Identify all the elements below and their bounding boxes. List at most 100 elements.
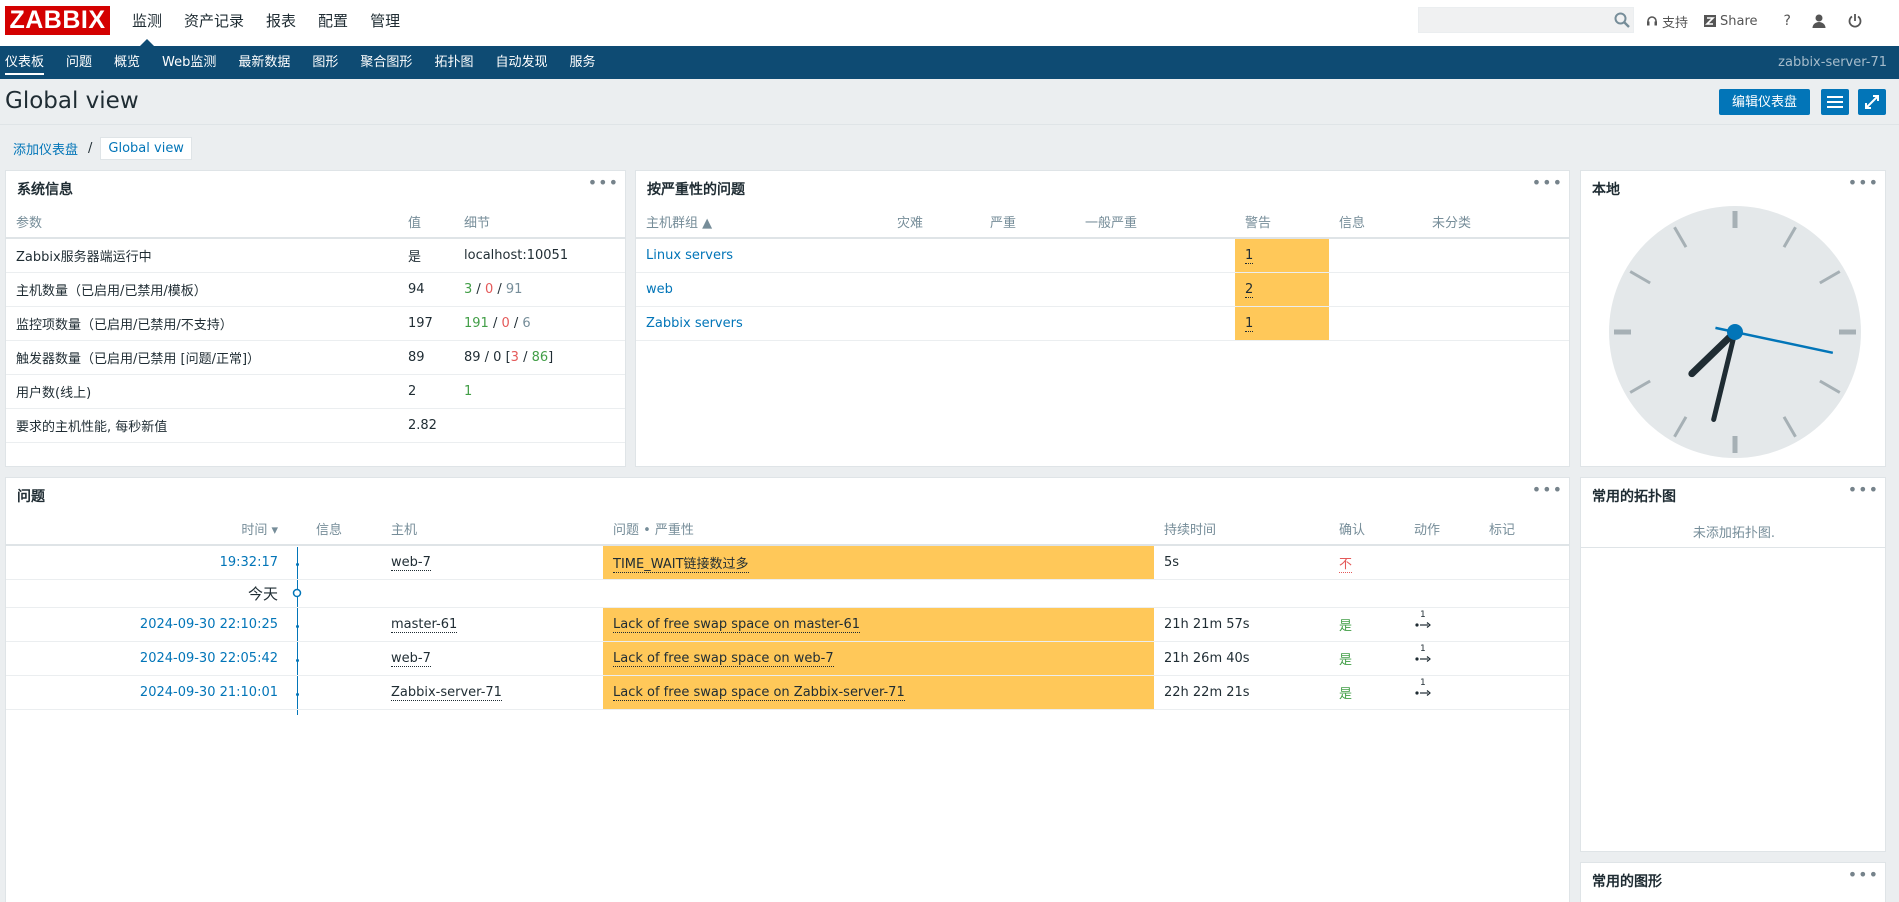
subnav-services[interactable]: 服务 (558, 46, 606, 79)
col-parameter: 参数 (6, 205, 398, 239)
sign-out-icon[interactable] (1847, 13, 1863, 29)
nav-monitoring[interactable]: 监测 (121, 0, 173, 46)
problems-by-severity-widget: 按严重性的问题 ••• 主机群组 ▲ 灾难 严重 一般严重 警告 信息 未分类 … (635, 170, 1570, 467)
col-host-group[interactable]: 主机群组 ▲ (636, 205, 887, 239)
host-link[interactable]: master-61 (391, 616, 458, 633)
host-group-link[interactable]: Zabbix servers (646, 316, 743, 331)
action-indicator[interactable]: 1 (1414, 644, 1434, 664)
info-cell (306, 545, 381, 580)
nav-inventory[interactable]: 资产记录 (173, 0, 255, 46)
warning-count[interactable]: 1 (1245, 315, 1254, 332)
subnav-dashboard[interactable]: 仪表板 (0, 46, 55, 79)
disabled-count: 0 (501, 315, 510, 331)
ack-cell: 不 (1329, 545, 1404, 580)
today-label: 今天 (6, 579, 288, 608)
subnav-screens[interactable]: 聚合图形 (349, 46, 423, 79)
widget-options-icon[interactable]: ••• (1532, 480, 1563, 499)
actions-cell: 1 (1404, 607, 1479, 642)
col-info: 信息 (306, 512, 381, 546)
ack-link[interactable]: 是 (1339, 619, 1352, 634)
host-group-link[interactable]: web (646, 282, 673, 297)
time-cell: 19:32:17 (6, 545, 288, 580)
user-profile-icon[interactable] (1811, 13, 1827, 29)
info-cell (306, 607, 381, 642)
enabled-count: 191 (464, 315, 489, 331)
problems-table: 时间 ▾ 信息 主机 问题 • 严重性 持续时间 确认 动作 标记 19:32:… (6, 512, 1569, 710)
timeline-dot (295, 658, 299, 662)
online-count: 1 (464, 383, 473, 399)
detail-cell: 3 / 0 / 91 (454, 272, 625, 307)
time-link[interactable]: 19:32:17 (220, 555, 278, 570)
subnav-maps[interactable]: 拓扑图 (423, 46, 484, 79)
help-icon[interactable]: ? (1784, 13, 1791, 29)
col-warning: 警告 (1235, 205, 1329, 239)
host-group-link[interactable]: Linux servers (646, 248, 733, 263)
value-cell: 2.82 (398, 408, 454, 443)
widget-options-icon[interactable]: ••• (1848, 865, 1879, 884)
maps-header-line (1581, 547, 1885, 548)
widget-options-icon[interactable]: ••• (1848, 173, 1879, 192)
information-cell (1329, 272, 1422, 307)
widget-options-icon[interactable]: ••• (1848, 480, 1879, 499)
warning-count[interactable]: 2 (1245, 281, 1254, 298)
value-cell: 94 (398, 272, 454, 307)
duration-cell: 5s (1154, 545, 1329, 580)
search-input[interactable] (1418, 7, 1634, 33)
subnav-graphs[interactable]: 图形 (301, 46, 349, 79)
col-time[interactable]: 时间 ▾ (6, 512, 288, 546)
param-cell: 主机数量（已启用/已禁用/模板） (6, 272, 398, 307)
detail-cell (454, 408, 625, 443)
ack-link[interactable]: 不 (1339, 556, 1353, 573)
server-name: zabbix-server-71 (1778, 55, 1887, 70)
problem-link[interactable]: TIME_WAIT链接数过多 (613, 556, 749, 573)
problem-link[interactable]: Lack of free swap space on master-61 (613, 616, 861, 633)
col-average: 一般严重 (1075, 205, 1235, 239)
col-timeline (288, 512, 306, 546)
ack-link[interactable]: 是 (1339, 653, 1352, 668)
widget-options-icon[interactable]: ••• (588, 173, 619, 192)
problem-link[interactable]: Lack of free swap space on web-7 (613, 650, 834, 667)
action-indicator[interactable]: 1 (1414, 610, 1434, 630)
subnav-latest-data[interactable]: 最新数据 (227, 46, 301, 79)
nav-configuration[interactable]: 配置 (307, 0, 359, 46)
subnav-web[interactable]: Web监测 (151, 46, 227, 79)
nav-administration[interactable]: 管理 (359, 0, 411, 46)
widget-options-icon[interactable]: ••• (1532, 173, 1563, 192)
duration-cell: 21h 21m 57s (1154, 607, 1329, 642)
average-cell (1075, 238, 1235, 273)
dashboard-menu-button[interactable] (1821, 89, 1849, 115)
fullscreen-button[interactable] (1858, 89, 1886, 115)
top-header: ZABBIX 监测 资产记录 报表 配置 管理 支持 Share ? (0, 0, 1899, 46)
zabbix-logo[interactable]: ZABBIX (5, 6, 110, 35)
time-link[interactable]: 2024-09-30 22:10:25 (140, 617, 278, 632)
detail-cell: 191 / 0 / 6 (454, 306, 625, 341)
table-row: 监控项数量（已启用/已禁用/不支持） 197 191 / 0 / 6 (6, 306, 625, 341)
support-link[interactable]: 支持 (1646, 12, 1688, 31)
ack-link[interactable]: 是 (1339, 687, 1352, 702)
average-cell (1075, 306, 1235, 341)
time-link[interactable]: 2024-09-30 22:05:42 (140, 651, 278, 666)
problem-link[interactable]: Lack of free swap space on Zabbix-server… (613, 684, 905, 701)
action-count: 1 (1420, 644, 1426, 654)
time-link[interactable]: 2024-09-30 21:10:01 (140, 685, 278, 700)
action-indicator[interactable]: 1 (1414, 678, 1434, 698)
nav-reports[interactable]: 报表 (255, 0, 307, 46)
breadcrumb: 添加仪表盘 / Global view (5, 135, 192, 161)
edit-dashboard-button[interactable]: 编辑仪表盘 (1719, 89, 1810, 115)
host-link[interactable]: web-7 (391, 554, 431, 571)
breadcrumb-current[interactable]: Global view (100, 136, 192, 160)
subnav-discovery[interactable]: 自动发现 (484, 46, 558, 79)
subnav-problems[interactable]: 问题 (55, 46, 103, 79)
host-link[interactable]: Zabbix-server-71 (391, 684, 502, 701)
average-cell (1075, 272, 1235, 307)
share-link[interactable]: Share (1704, 14, 1758, 29)
widget-title: 常用的拓扑图 (1592, 489, 1676, 505)
host-link[interactable]: web-7 (391, 650, 431, 667)
breadcrumb-parent[interactable]: 添加仪表盘 (5, 139, 86, 158)
headset-icon (1647, 16, 1657, 26)
unsupported-count: 6 (522, 315, 531, 331)
support-label: 支持 (1662, 15, 1689, 31)
search-icon[interactable] (1613, 11, 1631, 29)
subnav-overview[interactable]: 概览 (103, 46, 151, 79)
warning-count[interactable]: 1 (1245, 247, 1254, 264)
